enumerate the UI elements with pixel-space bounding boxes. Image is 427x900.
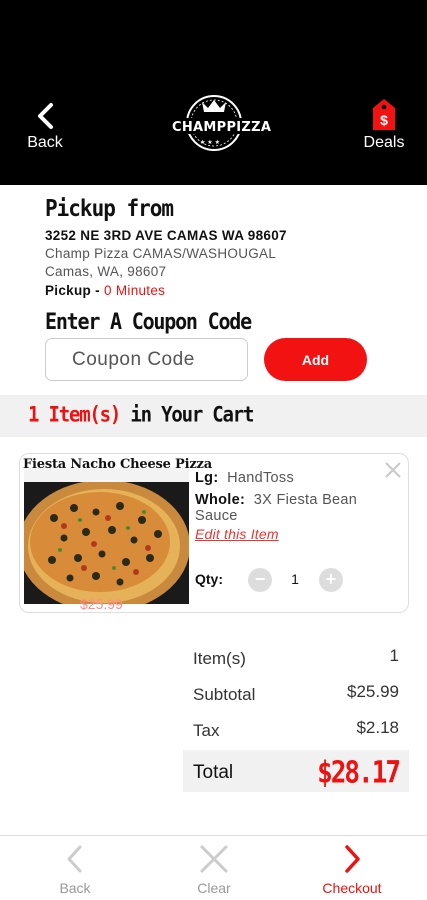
items-value: 1 [389,646,399,665]
remove-item-button[interactable] [383,460,403,480]
store-city: Camas, WA, 98607 [45,264,167,279]
champ-pizza-logo: ★ ★ ★ CHAMPPIZZA [172,92,272,154]
chevron-left-icon [67,845,82,873]
increase-qty-button[interactable]: + [319,568,343,592]
total-value: $28.17 [317,756,401,791]
x-icon [200,845,228,873]
header-back-label: Back [27,134,63,151]
add-coupon-button[interactable]: Add [264,338,367,381]
items-label: Item(s) [193,649,246,668]
pickup-address: 3252 NE 3RD AVE CAMAS WA 98607 [45,228,287,243]
app-header: Back ★ ★ ★ CHAMPPIZZA $ Deals [0,0,427,185]
order-totals: Item(s) 1 Subtotal $25.99 Tax $2.18 Tota… [183,640,409,792]
item-name: Fiesta Nacho Cheese Pizza [23,457,212,472]
pickup-time-line: Pickup - 0 Minutes [45,283,405,298]
pickup-separator: - [91,283,104,298]
items-row: Item(s) 1 [183,640,409,676]
bottom-nav: Back Clear Checkout [0,835,427,900]
qty-label: Qty: [195,571,223,587]
svg-text:★ ★ ★: ★ ★ ★ [200,139,220,146]
clear-cart-button[interactable]: Clear [169,844,259,896]
size-value: HandToss [227,470,295,486]
footer-back-button[interactable]: Back [30,844,120,896]
cart-item-count: 1 Item(s) [28,403,121,428]
tax-row: Tax $2.18 [183,712,409,748]
cart-header: 1 Item(s) in Your Cart [0,395,427,437]
footer-back-label: Back [59,880,91,896]
logo-text: CHAMPPIZZA [172,120,272,135]
cart-count: 1 Item(s) in Your Cart [28,403,254,428]
pickup-title: Pickup from [45,195,174,222]
price-tag-icon: $ [373,99,395,130]
footer-clear-label: Clear [197,880,231,896]
subtotal-row: Subtotal $25.99 [183,676,409,712]
option-label: Whole: [195,492,246,508]
footer-checkout-label: Checkout [322,880,382,896]
header-back-button[interactable]: Back [20,102,70,158]
pizza-image [24,468,189,604]
pickup-section: Pickup from 3252 NE 3RD AVE CAMAS WA 986… [45,195,405,298]
cart-count-suffix: in Your Cart [120,403,254,428]
tax-label: Tax [193,721,220,740]
total-row: Total $28.17 [183,750,409,792]
item-topping-option: Whole: 3X Fiesta Bean Sauce [195,492,395,524]
tax-value: $2.18 [356,718,399,737]
coupon-title: Enter A Coupon Code [45,308,252,335]
edit-item-link[interactable]: Edit this Item [195,526,279,542]
total-label: Total [193,762,234,783]
coupon-code-input[interactable] [45,338,248,381]
pickup-method: Pickup [45,283,92,298]
subtotal-label: Subtotal [193,685,256,704]
item-price: $25.99 [80,596,123,612]
store-name: Champ Pizza CAMAS/WASHOUGAL [45,246,277,261]
subtotal-value: $25.99 [347,682,399,701]
item-size-option: Lg: HandToss [195,470,294,486]
pickup-time: 0 Minutes [103,283,166,298]
decrease-qty-button[interactable]: − [248,568,272,592]
deals-button[interactable]: $ Deals [356,98,412,154]
qty-value: 1 [291,571,299,587]
checkout-button[interactable]: Checkout [307,844,397,896]
chevron-right-icon [345,845,360,873]
size-label: Lg: [195,470,219,486]
close-icon [385,462,401,478]
cart-item: Fiesta Nacho Cheese Pizza $25.99 Lg: Han… [19,453,409,613]
deals-tag-glyph: $ [380,112,388,128]
chevron-left-icon [38,103,53,129]
deals-label: Deals [363,134,405,151]
